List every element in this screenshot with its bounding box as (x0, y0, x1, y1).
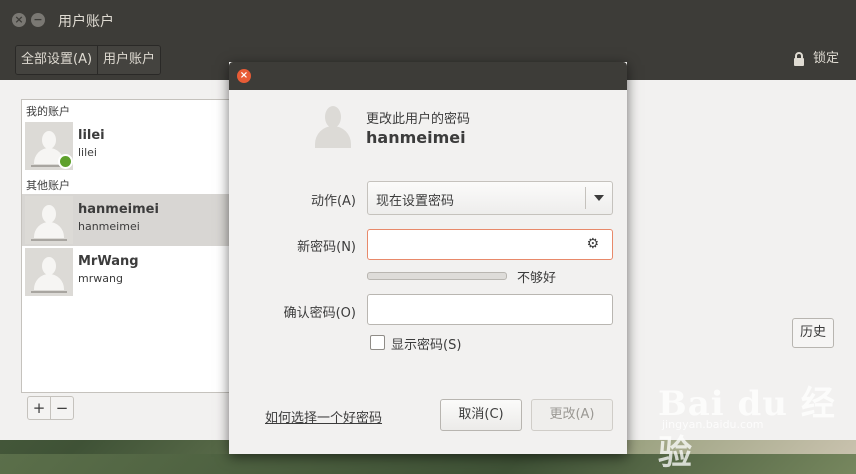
confirm-password-label: 确认密码(O) (283, 306, 356, 321)
user-row-hanmeimei[interactable]: hanmeimei hanmeimei (22, 194, 235, 246)
lock-button[interactable]: 锁定 (788, 45, 844, 73)
dialog-close-icon[interactable]: × (237, 69, 251, 83)
user-login: lilei (78, 146, 97, 159)
add-remove-buttons: + − (27, 396, 74, 420)
history-button[interactable]: 历史 (792, 318, 834, 348)
user-row-lilei[interactable]: lilei lilei (22, 120, 235, 172)
remove-user-button[interactable]: − (50, 397, 73, 419)
action-label: 动作(A) (310, 194, 356, 209)
user-login: hanmeimei (78, 220, 140, 233)
my-account-section-label: 我的账户 (26, 105, 70, 118)
change-button[interactable]: 更改(A) (531, 399, 613, 431)
title-bar: × − 用户账户 (0, 0, 856, 40)
avatar (25, 248, 73, 296)
lock-icon (793, 52, 804, 66)
breadcrumb: 全部设置(A) 用户账户 (15, 45, 162, 75)
user-name: MrWang (78, 254, 139, 269)
other-accounts-section-label: 其他账户 (26, 179, 70, 192)
password-strength-text: 不够好 (517, 271, 557, 286)
show-password-label[interactable]: 显示密码(S) (391, 334, 461, 353)
action-value: 现在设置密码 (376, 194, 455, 209)
user-row-mrwang[interactable]: MrWang mrwang (22, 246, 235, 298)
close-icon[interactable]: × (12, 13, 26, 27)
user-login: mrwang (78, 272, 123, 285)
new-password-label: 新密码(N) (297, 240, 356, 255)
dialog-title-bar: × (229, 62, 627, 90)
cancel-button[interactable]: 取消(C) (440, 399, 522, 431)
show-password-checkbox[interactable] (370, 335, 385, 350)
new-password-field[interactable]: ⚙ (367, 229, 613, 260)
all-settings-button[interactable]: 全部设置(A) (16, 46, 98, 74)
dialog-user-name: hanmeimei (366, 128, 466, 147)
online-status-icon (58, 154, 73, 169)
user-avatar-icon (313, 106, 353, 150)
generate-password-gear-icon[interactable]: ⚙ (586, 237, 599, 251)
minimize-icon[interactable]: − (31, 13, 45, 27)
confirm-password-field[interactable] (367, 294, 613, 325)
lock-label: 锁定 (812, 51, 839, 66)
password-strength-bar (367, 272, 507, 280)
user-name: hanmeimei (78, 202, 159, 217)
user-accounts-crumb[interactable]: 用户账户 (97, 46, 161, 74)
change-password-dialog: × 更改此用户的密码 hanmeimei 动作(A) 现在设置密码 新密码(N)… (229, 62, 627, 454)
user-list: 我的账户 lilei lilei 其他账户 hanmeimei hanmeime… (21, 99, 236, 393)
window-title: 用户账户 (58, 14, 114, 30)
watermark-url: jingyan.baidu.com (662, 418, 764, 431)
user-name: lilei (78, 128, 105, 143)
action-combo[interactable]: 现在设置密码 (367, 181, 613, 215)
dialog-heading: 更改此用户的密码 (366, 112, 471, 127)
avatar (25, 196, 73, 244)
add-user-button[interactable]: + (28, 397, 50, 419)
chevron-down-icon (594, 195, 604, 201)
password-help-link[interactable]: 如何选择一个好密码 (265, 407, 382, 426)
